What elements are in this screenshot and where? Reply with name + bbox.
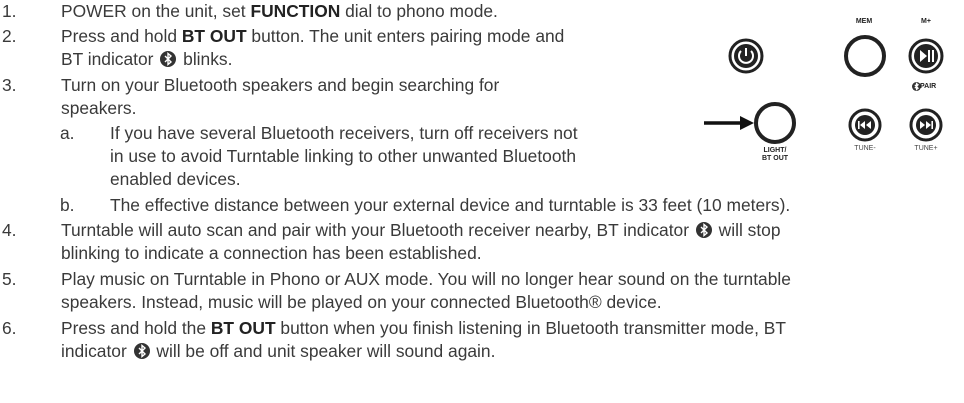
arrow-right-icon xyxy=(704,116,754,130)
bt-out-term: BT OUT xyxy=(210,318,276,338)
step-number: 5. xyxy=(2,269,17,289)
tune-plus-button-icon xyxy=(909,108,943,142)
power-button-icon xyxy=(728,38,764,74)
mem-label: MEM xyxy=(855,18,873,25)
bluetooth-icon xyxy=(695,222,712,238)
step-number: 6. xyxy=(2,318,17,338)
bluetooth-icon xyxy=(160,51,177,67)
step-text: dial to phono mode. xyxy=(340,1,498,21)
tune-plus-label: TUNE+ xyxy=(914,145,938,152)
mplus-label: M+ xyxy=(921,18,931,25)
bluetooth-icon xyxy=(133,343,150,359)
play-pause-button-icon xyxy=(908,38,944,74)
mem-button-icon xyxy=(844,35,886,77)
bt-out-label: BT OUT xyxy=(761,155,789,162)
light-bt-out-button-icon xyxy=(754,102,796,144)
step-number: 1. xyxy=(2,1,17,21)
function-term: FUNCTION xyxy=(250,1,341,21)
step-number: 3. xyxy=(2,75,17,95)
tune-minus-button-icon xyxy=(848,108,882,142)
step-number: 4. xyxy=(2,220,17,240)
light-label: LIGHT/ xyxy=(763,147,787,154)
step-number: 2. xyxy=(2,26,17,46)
bt-out-term: BT OUT xyxy=(181,26,247,46)
step-number: a. xyxy=(60,123,75,143)
pair-label: PAIR xyxy=(920,83,937,90)
tune-minus-label: TUNE- xyxy=(854,145,876,152)
instruction-page: 1. POWER on the unit, set FUNCTION dial … xyxy=(0,0,964,403)
control-panel-diagram: MEM M+ PAIR LIGHT/ BT OUT TUNE- TUNE+ xyxy=(704,10,964,190)
step-text: POWER on the unit, set xyxy=(61,1,251,21)
step-number: b. xyxy=(60,195,75,215)
